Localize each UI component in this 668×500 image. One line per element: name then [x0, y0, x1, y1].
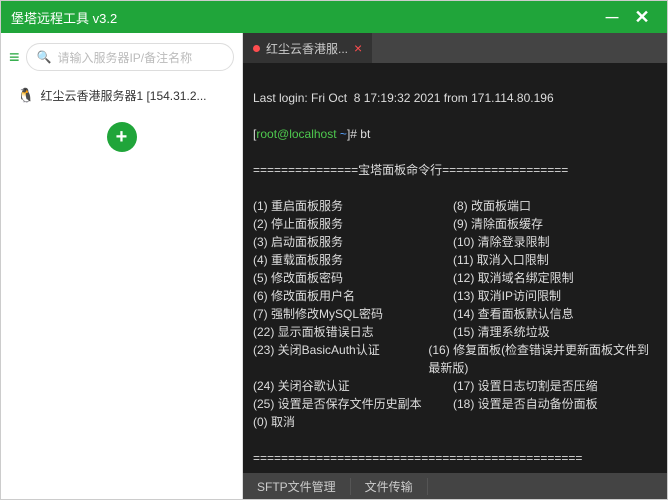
menu-item: (24) 关闭谷歌认证: [253, 377, 453, 395]
terminal[interactable]: Last login: Fri Oct 8 17:19:32 2021 from…: [243, 63, 667, 473]
menu-item: (8) 改面板端口: [453, 197, 531, 215]
menu-item: (15) 清理系统垃圾: [453, 323, 550, 341]
menu-item: (18) 设置是否自动备份面板: [453, 395, 598, 413]
menu-item: (7) 强制修改MySQL密码: [253, 305, 453, 323]
menu-item: (14) 查看面板默认信息: [453, 305, 574, 323]
tab-close-icon[interactable]: ×: [354, 40, 362, 56]
close-button[interactable]: ✕: [627, 7, 657, 28]
transfer-button[interactable]: 文件传输: [351, 478, 428, 495]
server-item[interactable]: 🐧 红尘云香港服务器1 [154.31.2...: [9, 81, 234, 110]
tab-bar: 红尘云香港服... ×: [243, 33, 667, 63]
right-panel: 红尘云香港服... × Last login: Fri Oct 8 17:19:…: [243, 33, 667, 499]
window-title: 堡塔远程工具 v3.2: [11, 8, 597, 27]
search-icon: 🔍: [37, 50, 52, 64]
search-placeholder: 请输入服务器IP/备注名称: [57, 49, 192, 66]
status-dot-icon: [253, 45, 260, 52]
sidebar: ≡ 🔍 请输入服务器IP/备注名称 🐧 红尘云香港服务器1 [154.31.2.…: [1, 33, 243, 499]
menu-item: (6) 修改面板用户名: [253, 287, 453, 305]
menu-item: (16) 修复面板(检查错误并更新面板文件到最新版): [428, 341, 657, 377]
menu-item: (13) 取消IP访问限制: [453, 287, 561, 305]
menu-rows: (1) 重启面板服务(8) 改面板端口(2) 停止面板服务(9) 清除面板缓存(…: [253, 197, 657, 431]
server-label: 红尘云香港服务器1 [154.31.2...: [40, 87, 206, 104]
menu-icon[interactable]: ≡: [9, 47, 20, 68]
minimize-button[interactable]: ─: [597, 7, 627, 28]
menu-item: (0) 取消: [253, 413, 453, 431]
login-line: Last login: Fri Oct 8 17:19:32 2021 from…: [253, 89, 657, 107]
menu-item: (1) 重启面板服务: [253, 197, 453, 215]
menu-item: (9) 清除面板缓存: [453, 215, 543, 233]
add-server-button[interactable]: +: [107, 122, 137, 152]
menu-item: (2) 停止面板服务: [253, 215, 453, 233]
menu-item: (25) 设置是否保存文件历史副本: [253, 395, 453, 413]
sftp-button[interactable]: SFTP文件管理: [243, 478, 351, 495]
menu-item: (4) 重载面板服务: [253, 251, 453, 269]
statusbar: SFTP文件管理 文件传输: [243, 473, 667, 499]
menu-item: (3) 启动面板服务: [253, 233, 453, 251]
tab-label: 红尘云香港服...: [266, 40, 348, 57]
main: ≡ 🔍 请输入服务器IP/备注名称 🐧 红尘云香港服务器1 [154.31.2.…: [1, 33, 667, 499]
menu-item: (23) 关闭BasicAuth认证: [253, 341, 428, 377]
menu-item: (12) 取消域名绑定限制: [453, 269, 574, 287]
prompt-line: [root@localhost ~]# bt: [253, 125, 657, 143]
sep-line: ========================================…: [253, 449, 657, 467]
linux-icon: 🐧: [17, 87, 34, 104]
menu-item: (11) 取消入口限制: [453, 251, 549, 269]
titlebar: 堡塔远程工具 v3.2 ─ ✕: [1, 1, 667, 33]
menu-item: (17) 设置日志切割是否压缩: [453, 377, 598, 395]
menu-item: (10) 清除登录限制: [453, 233, 550, 251]
tab-server[interactable]: 红尘云香港服... ×: [243, 33, 372, 63]
menu-item: (5) 修改面板密码: [253, 269, 453, 287]
search-input[interactable]: 🔍 请输入服务器IP/备注名称: [26, 43, 234, 71]
header-line: ===============宝塔面板命令行==================: [253, 161, 657, 179]
menu-item: (22) 显示面板错误日志: [253, 323, 453, 341]
